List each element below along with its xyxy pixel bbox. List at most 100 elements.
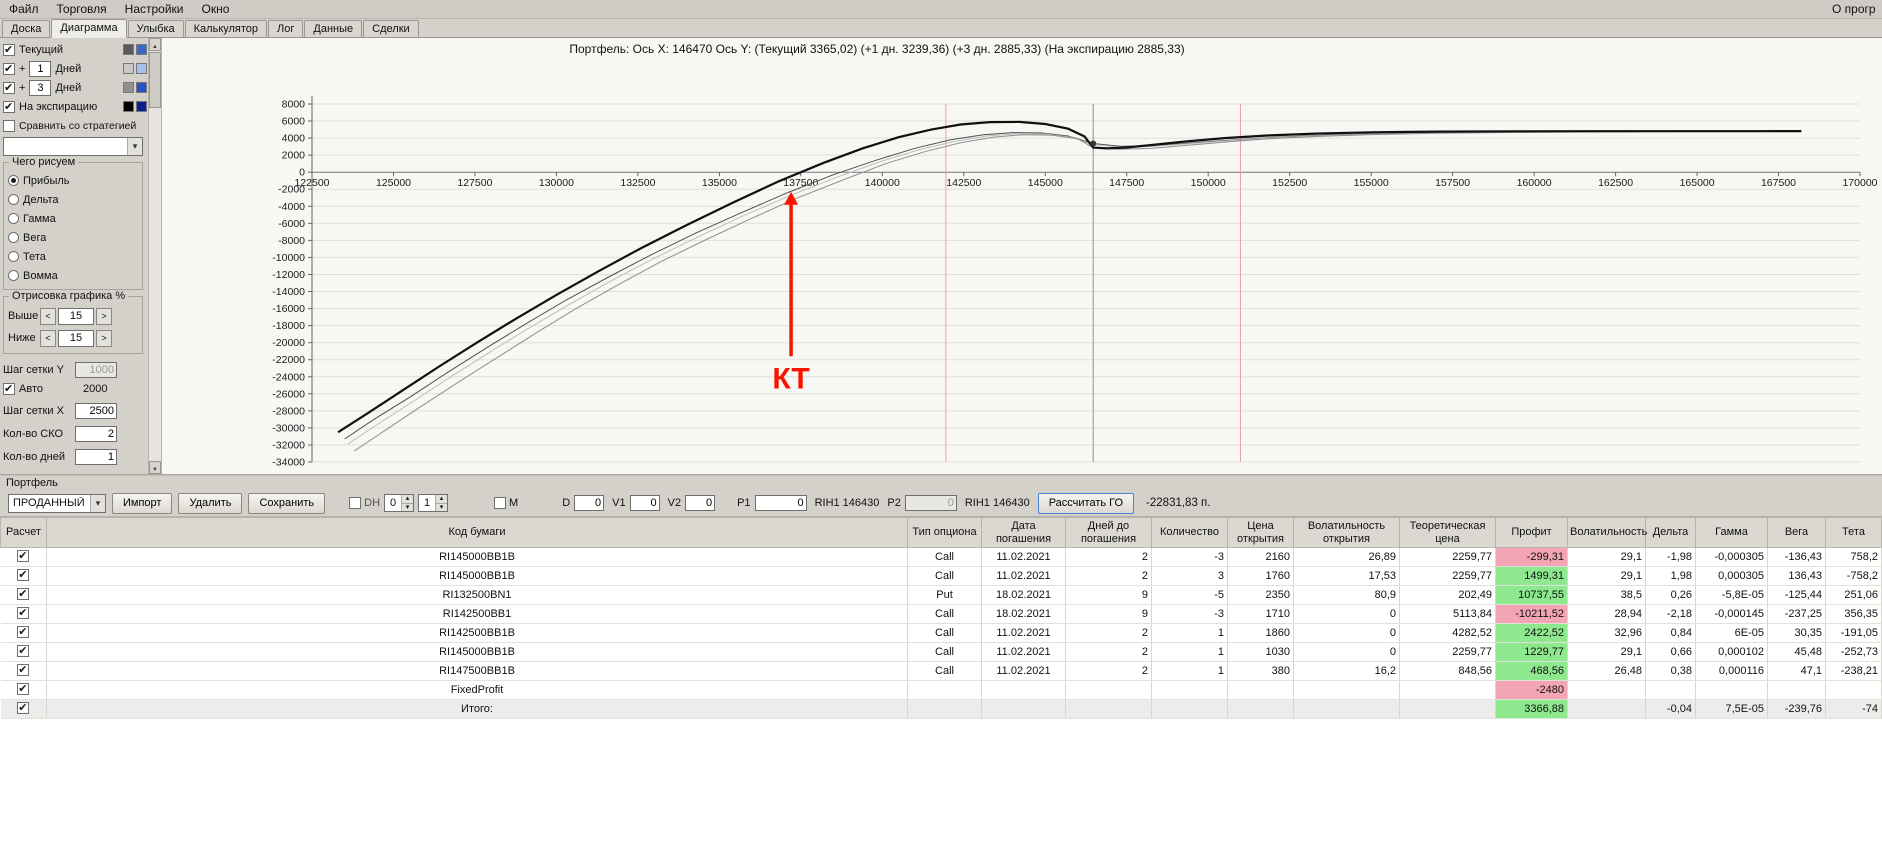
- plus3-checkbox[interactable]: [3, 81, 15, 94]
- below-increase-button[interactable]: [96, 329, 112, 347]
- plus3-swatch-blue[interactable]: [136, 82, 147, 93]
- tab-diagram[interactable]: Диаграмма: [51, 19, 127, 38]
- column-header[interactable]: Расчет: [0, 517, 47, 549]
- vega-radio[interactable]: [8, 232, 19, 243]
- save-button[interactable]: Сохранить: [248, 492, 326, 514]
- profit-chart[interactable]: 80006000400020000-2000-4000-6000-8000-10…: [162, 60, 1881, 472]
- cell: [981, 680, 1066, 701]
- column-header[interactable]: Цена открытия: [1227, 517, 1294, 549]
- menu-settings[interactable]: Настройки: [116, 0, 193, 18]
- auto-checkbox[interactable]: [3, 382, 15, 395]
- plus1-swatch-blue[interactable]: [136, 63, 147, 74]
- row-checkbox[interactable]: [17, 606, 30, 619]
- column-header[interactable]: Тип опциона: [907, 517, 982, 549]
- row-checkbox[interactable]: [17, 625, 30, 638]
- strategy-select[interactable]: [3, 137, 143, 156]
- current-swatch-blue[interactable]: [136, 44, 147, 55]
- cell: [1151, 699, 1228, 720]
- column-header[interactable]: Количество: [1151, 517, 1228, 549]
- profit-radio[interactable]: [8, 175, 19, 186]
- theta-radio[interactable]: [8, 251, 19, 262]
- column-header[interactable]: Волатильность открытия: [1293, 517, 1400, 549]
- menu-about[interactable]: О прогр: [1830, 0, 1882, 18]
- below-decrease-button[interactable]: [40, 329, 56, 347]
- table-row: RI145000BB1BCall11.02.20212-3216026,8922…: [0, 547, 1882, 568]
- menu-file[interactable]: Файл: [0, 0, 48, 18]
- delta-radio[interactable]: [8, 194, 19, 205]
- column-header[interactable]: Вега: [1767, 517, 1826, 549]
- row-checkbox[interactable]: [17, 549, 30, 562]
- gamma-radio[interactable]: [8, 213, 19, 224]
- tab-data[interactable]: Данные: [304, 20, 363, 37]
- tab-board[interactable]: Доска: [2, 20, 51, 37]
- sko-count-input[interactable]: [75, 425, 117, 442]
- cell: -3: [1151, 547, 1228, 568]
- days-count-input[interactable]: [75, 448, 117, 465]
- delete-button[interactable]: Удалить: [178, 492, 243, 514]
- scrollbar-thumb[interactable]: [149, 52, 161, 108]
- vomma-radio[interactable]: [8, 270, 19, 281]
- plus1-checkbox[interactable]: [3, 62, 15, 75]
- portfolio-select[interactable]: ПРОДАННЫЙ: [8, 493, 106, 513]
- p2-input[interactable]: [904, 495, 957, 511]
- calculate-go-button[interactable]: Рассчитать ГО: [1037, 492, 1135, 514]
- tab-deals[interactable]: Сделки: [363, 20, 419, 37]
- row-checkbox[interactable]: [17, 663, 30, 676]
- row-checkbox[interactable]: [17, 701, 30, 714]
- row-checkbox[interactable]: [17, 644, 30, 657]
- column-header[interactable]: Дельта: [1645, 517, 1696, 549]
- compare-strategy-checkbox[interactable]: [3, 119, 15, 132]
- spin-up-icon[interactable]: [436, 495, 448, 504]
- dh-spinner-1[interactable]: 0: [384, 494, 415, 512]
- svg-text:140000: 140000: [865, 177, 900, 189]
- m-checkbox[interactable]: [494, 497, 507, 509]
- row-checkbox[interactable]: [17, 568, 30, 581]
- plus1-swatch-gray[interactable]: [123, 63, 134, 74]
- scroll-up-icon[interactable]: [149, 38, 161, 51]
- plus3-days-input[interactable]: [29, 79, 52, 96]
- expiration-checkbox[interactable]: [3, 100, 15, 113]
- sidebar-scrollbar[interactable]: [148, 38, 161, 474]
- plus3-swatch-gray[interactable]: [123, 82, 134, 93]
- expiration-swatch-blue[interactable]: [136, 101, 147, 112]
- above-increase-button[interactable]: [96, 307, 112, 325]
- v1-input[interactable]: [629, 495, 660, 511]
- p1-input[interactable]: [754, 495, 807, 511]
- grid-x-input[interactable]: [75, 402, 117, 419]
- dh-checkbox[interactable]: [349, 497, 362, 509]
- import-button[interactable]: Импорт: [112, 492, 173, 514]
- tab-calculator[interactable]: Калькулятор: [184, 20, 268, 37]
- column-header[interactable]: Тета: [1825, 517, 1882, 549]
- current-swatch-gray[interactable]: [123, 44, 134, 55]
- row-checkbox[interactable]: [17, 587, 30, 600]
- row-checkbox[interactable]: [17, 682, 30, 695]
- column-header[interactable]: Профит: [1495, 517, 1568, 549]
- spin-up-icon[interactable]: [402, 495, 414, 504]
- column-header[interactable]: Дней до погашения: [1065, 517, 1152, 549]
- svg-text:170000: 170000: [1842, 177, 1877, 189]
- grid-y-input[interactable]: [75, 361, 117, 378]
- d-input[interactable]: [574, 495, 605, 511]
- below-value[interactable]: 15: [58, 329, 94, 347]
- row-check-cell: [0, 680, 47, 701]
- tab-smile[interactable]: Улыбка: [127, 20, 184, 37]
- scroll-down-icon[interactable]: [149, 461, 161, 474]
- column-header[interactable]: Волатильность: [1567, 517, 1647, 549]
- v2-input[interactable]: [685, 495, 716, 511]
- column-header[interactable]: Гамма: [1695, 517, 1768, 549]
- spin-down-icon[interactable]: [436, 504, 448, 511]
- cell: 6E-05: [1695, 623, 1768, 644]
- above-decrease-button[interactable]: [40, 307, 56, 325]
- above-value[interactable]: 15: [58, 307, 94, 325]
- column-header[interactable]: Код бумаги: [46, 517, 908, 549]
- column-header[interactable]: Дата погашения: [981, 517, 1066, 549]
- dh-spinner-2[interactable]: 1: [418, 494, 449, 512]
- column-header[interactable]: Теоретическая цена: [1399, 517, 1496, 549]
- menu-trading[interactable]: Торговля: [48, 0, 116, 18]
- plus1-days-input[interactable]: [29, 60, 52, 77]
- expiration-swatch-black[interactable]: [123, 101, 134, 112]
- tab-log[interactable]: Лог: [268, 20, 304, 37]
- spin-down-icon[interactable]: [402, 504, 414, 511]
- current-checkbox[interactable]: [3, 43, 15, 56]
- menu-window[interactable]: Окно: [193, 0, 239, 18]
